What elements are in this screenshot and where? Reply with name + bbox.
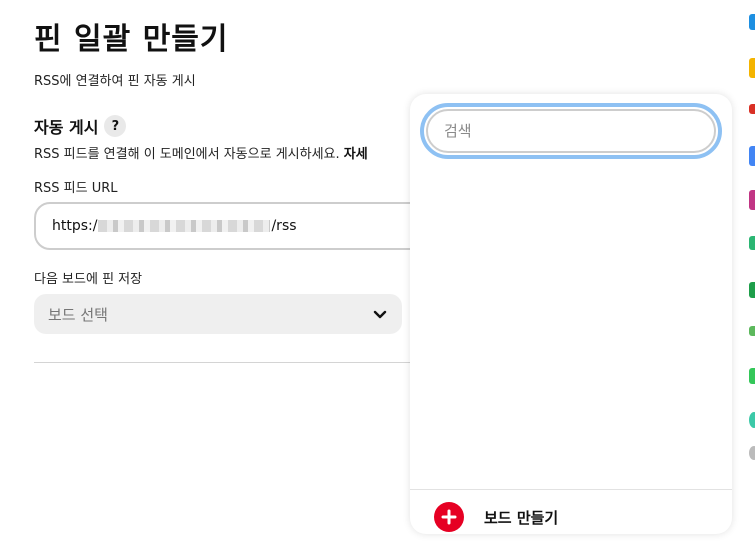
section-divider — [34, 362, 434, 363]
search-focus-ring — [420, 103, 722, 159]
create-board-label: 보드 만들기 — [484, 508, 559, 527]
page-title: 핀 일괄 만들기 — [34, 22, 229, 57]
auto-post-heading: 자동 게시 ? — [34, 114, 127, 138]
app-icon-yellow[interactable] — [749, 58, 755, 78]
popover-divider — [410, 489, 732, 490]
auto-post-heading-text: 자동 게시 — [34, 118, 99, 137]
rss-url-input[interactable]: https:/ /rss — [34, 202, 434, 250]
app-icon-green-2[interactable] — [749, 282, 755, 298]
plus-icon — [434, 502, 464, 532]
instagram-icon[interactable] — [749, 190, 755, 210]
rss-url-label: RSS 피드 URL — [34, 181, 118, 196]
auto-post-description-text: RSS 피드를 연결해 이 도메인에서 자동으로 게시하세요. — [34, 147, 340, 162]
app-icon-blue-2[interactable] — [749, 146, 755, 166]
app-icon-green-4[interactable] — [749, 368, 755, 384]
app-icon-green-3[interactable] — [749, 326, 755, 336]
learn-more-link[interactable]: 자세 — [344, 147, 368, 162]
auto-post-description: RSS 피드를 연결해 이 도메인에서 자동으로 게시하세요. 자세 — [34, 143, 368, 162]
right-app-rail — [746, 0, 755, 558]
chevron-down-icon — [373, 310, 387, 319]
board-label: 다음 보드에 핀 저장 — [34, 272, 143, 287]
redacted-domain — [98, 220, 271, 232]
app-icon-green[interactable] — [749, 236, 755, 250]
app-icon-red[interactable] — [749, 104, 755, 114]
rss-url-prefix: https:/ — [52, 218, 98, 234]
create-board-button[interactable]: 보드 만들기 — [434, 502, 558, 532]
app-icon-blue[interactable] — [749, 14, 755, 30]
board-select-placeholder: 보드 선택 — [48, 305, 108, 324]
app-icon-teal[interactable] — [749, 412, 755, 428]
help-button[interactable]: ? — [104, 115, 127, 137]
board-search-input[interactable] — [426, 109, 716, 153]
app-icon-grey[interactable] — [749, 446, 755, 460]
page-subtitle: RSS에 연결하여 핀 자동 게시 — [34, 74, 196, 89]
board-picker-popover: 보드 만들기 — [410, 94, 732, 534]
rss-url-suffix: /rss — [271, 218, 297, 234]
board-select[interactable]: 보드 선택 — [34, 294, 402, 334]
